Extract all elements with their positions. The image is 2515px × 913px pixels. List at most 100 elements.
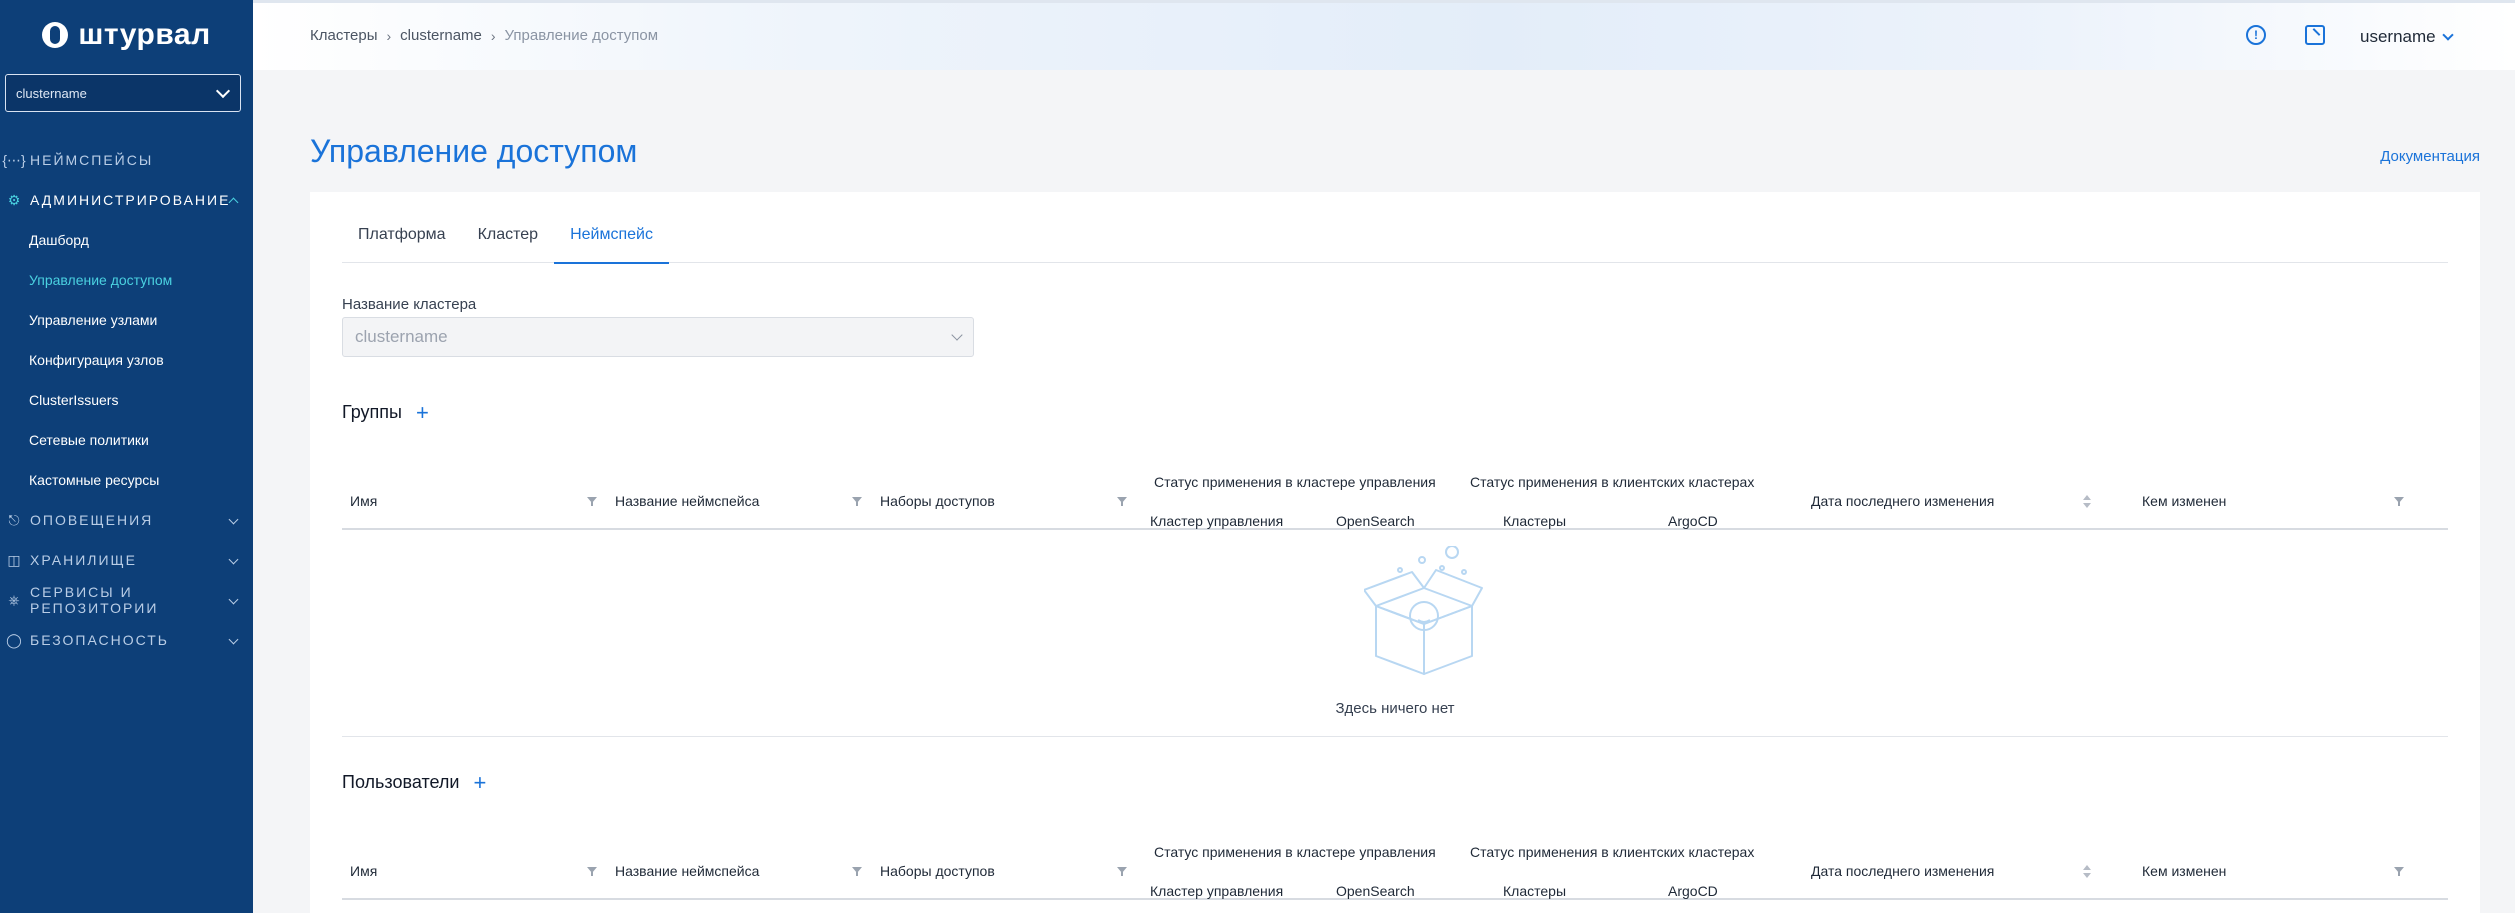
info-icon[interactable]: ! — [2246, 25, 2266, 45]
breadcrumb-cluster[interactable]: clustername — [400, 27, 482, 44]
sidebar-group-label: Безопасность — [30, 632, 169, 648]
sidebar: штурвал clustername {⋯} Неймспейсы ⚙ Адм… — [0, 0, 253, 913]
groups-table-header: Имя Название неймспейса Наборы доступов … — [342, 450, 2448, 530]
sort-icon[interactable] — [2083, 495, 2091, 509]
sidebar-group-alerts[interactable]: ⎋ Оповещения — [0, 500, 253, 540]
users-table-header: Имя Название неймспейса Наборы доступов … — [342, 820, 2448, 900]
username: username — [2360, 27, 2436, 46]
filter-icon[interactable] — [2394, 867, 2404, 876]
sidebar-item-custom-resources[interactable]: Кастомные ресурсы — [0, 460, 253, 500]
sidebar-group-label: Неймспейсы — [30, 152, 154, 168]
column-opensearch: OpenSearch — [1336, 513, 1415, 529]
sidebar-group-services[interactable]: ⎈ Сервисы и репозитории — [0, 580, 253, 620]
column-access-sets[interactable]: Наборы доступов — [880, 493, 995, 509]
tab-platform[interactable]: Платформа — [342, 224, 462, 263]
bell-icon: ⎋ — [8, 511, 20, 528]
breadcrumb-current: Управление доступом — [504, 27, 659, 44]
chevron-down-icon — [2441, 28, 2454, 41]
column-last-modified[interactable]: Дата последнего изменения — [1811, 863, 1994, 879]
chevron-right-icon: › — [490, 27, 496, 44]
header-actions: ! username — [2215, 23, 2515, 53]
cluster-select[interactable]: clustername — [5, 74, 241, 112]
cluster-name-value: clustername — [355, 327, 448, 346]
sidebar-group-administration[interactable]: ⚙ Администрирование — [0, 180, 253, 220]
column-argocd: ArgoCD — [1668, 883, 1718, 899]
column-argocd: ArgoCD — [1668, 513, 1718, 529]
top-header: Кластеры › clustername › Управление дост… — [253, 0, 2515, 70]
column-status-mgmt: Статус применения в кластере управления — [1154, 844, 1436, 860]
chevron-down-icon — [951, 328, 963, 341]
cluster-select-value: clustername — [16, 85, 87, 101]
sidebar-group-namespaces[interactable]: {⋯} Неймспейсы — [0, 140, 253, 180]
groups-empty-state: Здесь ничего нет — [342, 530, 2448, 737]
chevron-down-icon — [228, 554, 239, 565]
page-title: Управление доступом — [310, 133, 638, 169]
tabs: Платформа Кластер Неймспейс — [342, 224, 2448, 264]
external-link-icon[interactable] — [2305, 25, 2325, 45]
groups-title: Группы — [342, 402, 402, 422]
sidebar-item-network-policies[interactable]: Сетевые политики — [0, 420, 253, 460]
sidebar-item-clusterissuers[interactable]: ClusterIssuers — [0, 380, 253, 420]
chevron-down-icon — [228, 514, 239, 525]
tab-cluster[interactable]: Кластер — [462, 224, 555, 263]
column-mgmt-cluster: Кластер управления — [1150, 513, 1284, 529]
logo-text: штурвал — [78, 18, 211, 51]
sidebar-item-dashboard[interactable]: Дашборд — [0, 220, 253, 260]
filter-icon[interactable] — [852, 497, 862, 506]
column-status-mgmt: Статус применения в кластере управления — [1154, 474, 1436, 490]
sidebar-group-label: Администрирование — [30, 192, 231, 208]
sidebar-item-node-config[interactable]: Конфигурация узлов — [0, 340, 253, 380]
column-opensearch: OpenSearch — [1336, 883, 1415, 899]
sidebar-group-label: Оповещения — [30, 512, 154, 528]
user-menu[interactable]: username — [2360, 27, 2454, 47]
column-access-sets[interactable]: Наборы доступов — [880, 863, 995, 879]
breadcrumb: Кластеры › clustername › Управление дост… — [310, 27, 658, 44]
column-clusters: Кластеры — [1503, 883, 1566, 899]
column-last-modified[interactable]: Дата последнего изменения — [1811, 493, 1994, 509]
sidebar-group-label: Хранилище — [30, 552, 137, 568]
filter-icon[interactable] — [1117, 497, 1127, 506]
column-name[interactable]: Имя — [350, 863, 377, 879]
chevron-right-icon: › — [386, 27, 392, 44]
column-modified-by[interactable]: Кем изменен — [2142, 863, 2226, 879]
column-name[interactable]: Имя — [350, 493, 377, 509]
gear-icon: ⚙ — [7, 191, 21, 208]
breadcrumb-clusters[interactable]: Кластеры — [310, 27, 378, 44]
sort-icon[interactable] — [2083, 865, 2091, 879]
add-group-button[interactable]: + — [416, 401, 429, 423]
cluster-name-select[interactable]: clustername — [342, 317, 974, 357]
filter-icon[interactable] — [1117, 867, 1127, 876]
filter-icon[interactable] — [587, 867, 597, 876]
services-icon: ⎈ — [8, 592, 20, 608]
chevron-down-icon — [215, 83, 231, 98]
documentation-link[interactable]: Документация — [2380, 148, 2480, 165]
empty-state-text: Здесь ничего нет — [1335, 700, 1455, 717]
logo-icon — [42, 22, 69, 48]
sidebar-item-access-management[interactable]: Управление доступом — [0, 260, 253, 300]
sidebar-item-node-management[interactable]: Управление узлами — [0, 300, 253, 340]
sidebar-group-label-line2: репозитории — [30, 600, 159, 616]
tab-namespace[interactable]: Неймспейс — [554, 224, 669, 264]
shield-icon: ◯ — [6, 631, 22, 648]
add-user-button[interactable]: + — [473, 771, 486, 793]
sidebar-nav: {⋯} Неймспейсы ⚙ Администрирование Дашбо… — [0, 140, 253, 660]
users-title: Пользователи — [342, 772, 460, 792]
filter-icon[interactable] — [587, 497, 597, 506]
sidebar-group-security[interactable]: ◯ Безопасность — [0, 620, 253, 660]
column-namespace[interactable]: Название неймспейса — [615, 863, 759, 879]
groups-section-title: Группы + — [342, 401, 429, 423]
sidebar-group-label-line1: Сервисы и — [30, 584, 133, 600]
column-clusters: Кластеры — [1503, 513, 1566, 529]
database-icon: ◫ — [7, 551, 21, 568]
column-status-client: Статус применения в клиентских кластерах — [1470, 474, 1755, 490]
cluster-field-label: Название кластера — [342, 296, 477, 313]
sidebar-group-storage[interactable]: ◫ Хранилище — [0, 540, 253, 580]
empty-box-icon — [1364, 546, 1483, 675]
filter-icon[interactable] — [2394, 497, 2404, 506]
sidebar-group-label: Сервисы и репозитории — [30, 584, 158, 616]
logo[interactable]: штурвал — [0, 0, 253, 70]
column-namespace[interactable]: Название неймспейса — [615, 493, 759, 509]
filter-icon[interactable] — [852, 867, 862, 876]
chevron-down-icon — [228, 634, 239, 645]
column-modified-by[interactable]: Кем изменен — [2142, 493, 2226, 509]
